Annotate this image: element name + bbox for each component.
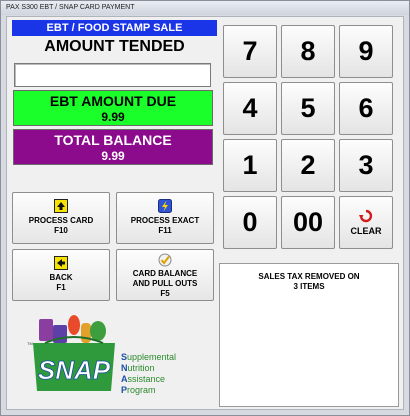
key-4[interactable]: 4: [223, 82, 277, 135]
snap-logo: TM SNAP: [27, 315, 115, 391]
total-balance-value: 9.99: [101, 149, 125, 163]
amount-tendered-input[interactable]: [14, 63, 211, 87]
arrow-up-icon: [54, 199, 68, 213]
snap-line-supplemental: Supplemental: [121, 352, 177, 362]
key-9[interactable]: 9: [339, 25, 393, 78]
ebt-amount-due-box: EBT AMOUNT DUE 9.99: [13, 90, 213, 126]
grocery-bottle-shape: [81, 323, 91, 343]
total-balance-box: TOTAL BALANCE 9.99: [13, 129, 213, 165]
grocery-carrot-shape: [68, 315, 80, 335]
process-exact-label: PROCESS EXACT: [130, 216, 200, 225]
amount-tendered-label: AMOUNT TENDED: [44, 38, 185, 55]
key-2[interactable]: 2: [281, 139, 335, 192]
lightning-bolt-icon: [158, 199, 172, 213]
sale-type-header: EBT / FOOD STAMP SALE: [12, 20, 217, 36]
message-panel: SALES TAX REMOVED ON 3 ITEMS: [219, 263, 399, 407]
total-balance-label: TOTAL BALANCE: [54, 132, 172, 148]
key-1[interactable]: 1: [223, 139, 277, 192]
card-balance-shortcut: F5: [160, 289, 170, 298]
clear-label: CLEAR: [350, 226, 382, 236]
payment-panel: EBT / FOOD STAMP SALE AMOUNT TENDED EBT …: [6, 16, 404, 410]
snap-tm: TM: [27, 341, 33, 346]
key-6[interactable]: 6: [339, 82, 393, 135]
message-line-2: 3 ITEMS: [293, 282, 325, 291]
key-5[interactable]: 5: [281, 82, 335, 135]
app-window: PAX S300 EBT / SNAP CARD PAYMENT EBT / F…: [0, 0, 410, 416]
key-3[interactable]: 3: [339, 139, 393, 192]
window-title: PAX S300 EBT / SNAP CARD PAYMENT: [1, 1, 409, 15]
back-shortcut: F1: [56, 283, 66, 292]
checkmark-badge-icon: [158, 253, 172, 267]
snap-logo-text: SNAP: [38, 355, 111, 385]
process-card-button[interactable]: PROCESS CARD F10: [12, 192, 110, 244]
process-card-label: PROCESS CARD: [28, 216, 94, 225]
key-0[interactable]: 0: [223, 196, 277, 249]
snap-line-assistance: Assistance: [121, 374, 166, 384]
snap-full-name: Supplemental Nutrition Assistance Progra…: [121, 352, 176, 396]
grocery-lettuce-shape: [90, 321, 106, 341]
grocery-box-shape: [39, 319, 53, 341]
arrow-left-icon: [54, 256, 68, 270]
card-balance-button[interactable]: CARD BALANCE AND PULL OUTS F5: [116, 249, 214, 301]
snap-line-nutrition: Nutrition: [121, 363, 155, 373]
message-line-1: SALES TAX REMOVED ON: [258, 272, 360, 281]
process-exact-button[interactable]: PROCESS EXACT F11: [116, 192, 214, 244]
key-8[interactable]: 8: [281, 25, 335, 78]
ebt-amount-due-value: 9.99: [101, 110, 125, 124]
back-label: BACK: [49, 273, 73, 282]
snap-line-program: Program: [121, 385, 156, 395]
key-7[interactable]: 7: [223, 25, 277, 78]
process-card-shortcut: F10: [54, 226, 68, 235]
process-exact-shortcut: F11: [158, 226, 172, 235]
card-balance-label-2: AND PULL OUTS: [132, 279, 198, 288]
card-balance-label-1: CARD BALANCE: [132, 269, 198, 278]
clear-button[interactable]: CLEAR: [339, 196, 393, 249]
key-00[interactable]: 00: [281, 196, 335, 249]
back-button[interactable]: BACK F1: [12, 249, 110, 301]
ebt-amount-due-label: EBT AMOUNT DUE: [49, 93, 177, 109]
undo-arrow-icon: [359, 209, 373, 223]
